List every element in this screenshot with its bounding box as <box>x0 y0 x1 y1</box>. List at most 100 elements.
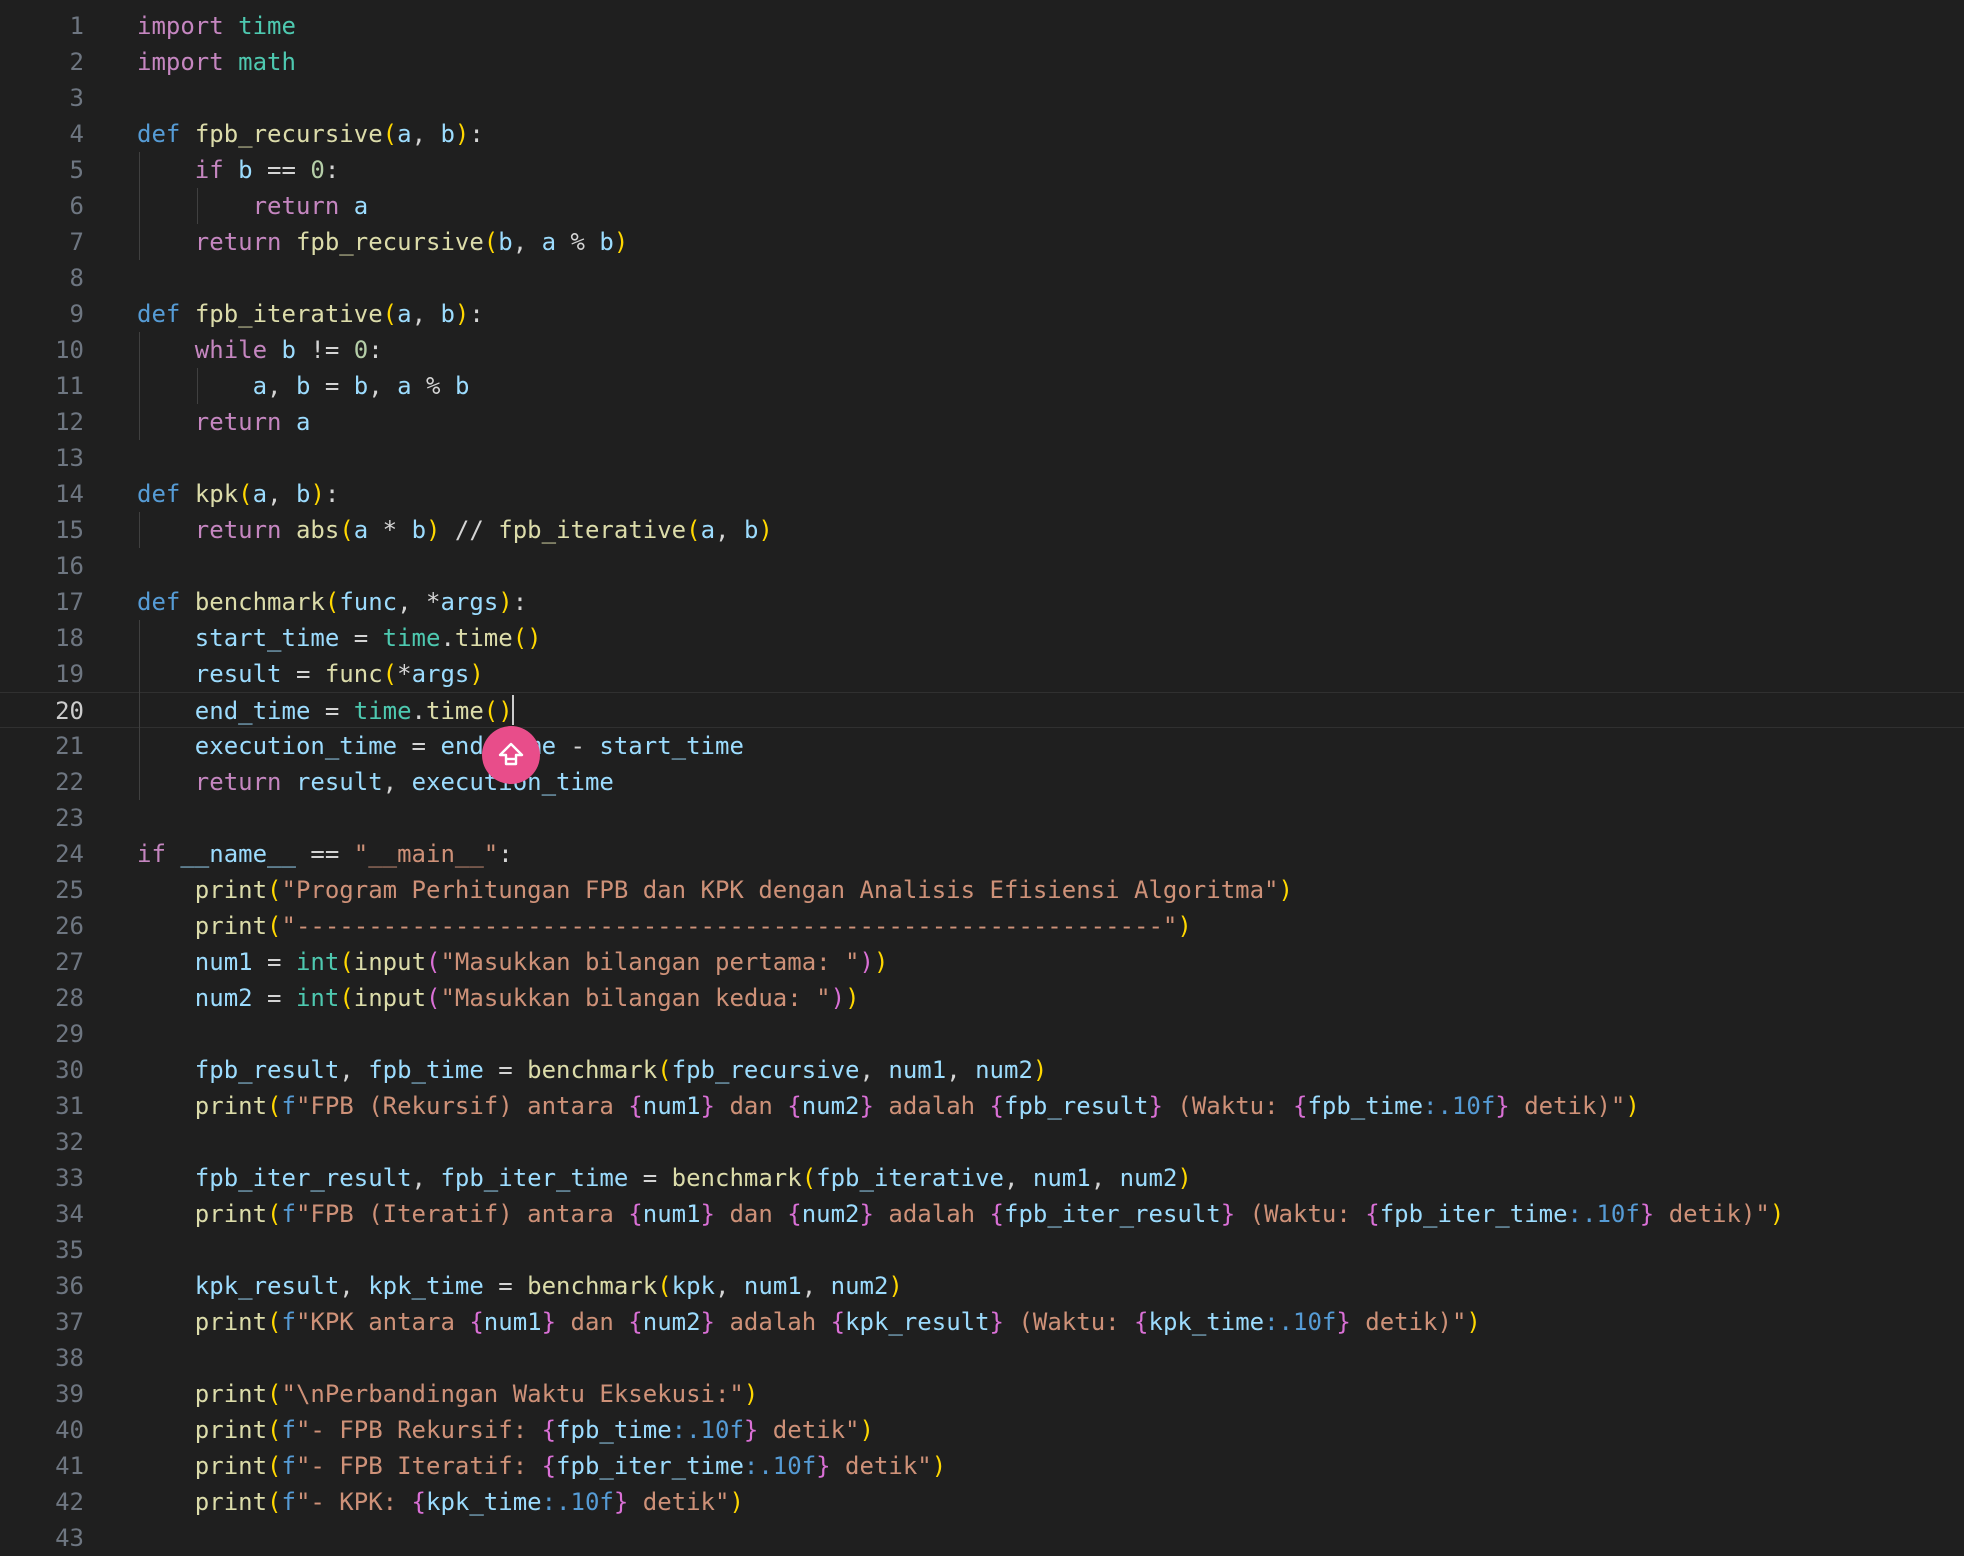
code-line[interactable]: 21 execution_time = end_time - start_tim… <box>0 728 1964 764</box>
code-line[interactable]: 24 if __name__ == "__main__": <box>0 836 1964 872</box>
code-token: start_time <box>194 624 340 652</box>
code-token: kpk <box>671 1272 716 1300</box>
code-token: kpk_result <box>194 1272 340 1300</box>
code-token: ) <box>859 948 874 976</box>
code-line[interactable]: 3 <box>0 80 1964 116</box>
code-token: , <box>382 768 412 796</box>
code-line[interactable]: 9 def fpb_iterative(a, b): <box>0 296 1964 332</box>
code-token: :.10f <box>743 1452 817 1480</box>
code-editor[interactable]: 1 import time 2 import math 3 4 def fpb_recurs… <box>0 0 1964 1552</box>
code-line[interactable]: 20 end_time = time.time() <box>0 692 1964 728</box>
code-line[interactable]: 34 print(f"FPB (Iteratif) antara {num1} … <box>0 1196 1964 1232</box>
code-token: , <box>715 1272 744 1300</box>
code-line[interactable]: 40 print(f"- FPB Rekursif: {fpb_time:.10… <box>0 1412 1964 1448</box>
code-line[interactable]: 37 print(f"KPK antara {num1} dan {num2} … <box>0 1304 1964 1340</box>
code-line[interactable]: 29 <box>0 1016 1964 1052</box>
code-line[interactable]: 16 <box>0 548 1964 584</box>
code-token: = <box>339 624 383 652</box>
code-token: adalah <box>873 1200 990 1228</box>
code-token: == <box>295 840 354 868</box>
code-token: ) <box>454 120 470 148</box>
code-line[interactable]: 1 import time <box>0 8 1964 44</box>
code-token: adalah <box>715 1308 831 1336</box>
code-token: { <box>541 1452 557 1480</box>
code-token: ) <box>1769 1200 1785 1228</box>
code-token: , <box>339 1056 369 1084</box>
code-line[interactable]: 19 result = func(*args) <box>0 656 1964 692</box>
code-token: ) <box>859 1416 874 1444</box>
code-token: b <box>498 228 513 256</box>
code-token: ( <box>238 480 253 508</box>
code-line[interactable]: 28 num2 = int(input("Masukkan bilangan k… <box>0 980 1964 1016</box>
code-token: ) <box>931 1452 947 1480</box>
code-text: print(f"FPB (Rekursif) antara {num1} dan… <box>137 1088 1640 1124</box>
code-line[interactable]: 30 fpb_result, fpb_time = benchmark(fpb_… <box>0 1052 1964 1088</box>
code-line[interactable]: 26 print("------------------------------… <box>0 908 1964 944</box>
code-token: { <box>989 1200 1004 1228</box>
code-token: { <box>989 1092 1004 1120</box>
code-token: execution_time <box>194 732 398 760</box>
code-token: } <box>541 1308 557 1336</box>
code-token: num1 <box>888 1056 947 1084</box>
code-line[interactable]: 25 print("Program Perhitungan FPB dan KP… <box>0 872 1964 908</box>
code-text: kpk_result, kpk_time = benchmark(kpk, nu… <box>137 1268 903 1304</box>
code-line[interactable]: 13 <box>0 440 1964 476</box>
code-line[interactable]: 6 return a <box>0 188 1964 224</box>
code-line[interactable]: 38 <box>0 1340 1964 1376</box>
code-line[interactable]: 15 return abs(a * b) // fpb_iterative(a,… <box>0 512 1964 548</box>
code-line[interactable]: 7 return fpb_recursive(b, a % b) <box>0 224 1964 260</box>
code-line[interactable]: 22 return result, execution_time <box>0 764 1964 800</box>
code-token: ( <box>339 516 354 544</box>
code-line[interactable]: 18 start_time = time.time() <box>0 620 1964 656</box>
code-token: b <box>295 480 311 508</box>
code-token: :.10f <box>1264 1308 1337 1336</box>
code-line[interactable]: 11 a, b = b, a % b <box>0 368 1964 404</box>
code-line[interactable]: 23 <box>0 800 1964 836</box>
code-token: num2 <box>642 1308 701 1336</box>
code-token: } <box>700 1308 715 1336</box>
code-line[interactable]: 36 kpk_result, kpk_time = benchmark(kpk,… <box>0 1268 1964 1304</box>
indent-guide <box>139 332 140 440</box>
code-token: fpb_iterative <box>816 1164 1004 1192</box>
code-line[interactable]: 35 <box>0 1232 1964 1268</box>
line-number: 26 <box>55 912 84 940</box>
code-token: fpb_iter_time <box>556 1452 744 1480</box>
code-line[interactable]: 43 <box>0 1520 1964 1556</box>
code-line[interactable]: 8 <box>0 260 1964 296</box>
code-line[interactable]: 33 fpb_iter_result, fpb_iter_time = benc… <box>0 1160 1964 1196</box>
code-token: , * <box>397 588 441 616</box>
code-token: "FPB (Rekursif) antara <box>295 1092 629 1120</box>
code-token: != <box>295 336 354 364</box>
code-token: dan <box>715 1200 788 1228</box>
code-line[interactable]: 17 def benchmark(func, *args): <box>0 584 1964 620</box>
code-token: { <box>628 1200 643 1228</box>
code-line[interactable]: 27 num1 = int(input("Masukkan bilangan p… <box>0 944 1964 980</box>
code-line[interactable]: 32 <box>0 1124 1964 1160</box>
code-line[interactable]: 42 print(f"- KPK: {kpk_time:.10f} detik"… <box>0 1484 1964 1520</box>
code-token: : <box>469 300 484 328</box>
code-token: : <box>498 840 513 868</box>
code-line[interactable]: 5 if b == 0: <box>0 152 1964 188</box>
code-token: return <box>194 408 282 436</box>
code-line[interactable]: 10 while b != 0: <box>0 332 1964 368</box>
code-token: kpk_time <box>426 1488 542 1516</box>
code-token: num2 <box>194 984 253 1012</box>
code-line[interactable]: 39 print("\nPerbandingan Waktu Eksekusi:… <box>0 1376 1964 1412</box>
code-token: a <box>252 480 268 508</box>
code-line[interactable]: 12 return a <box>0 404 1964 440</box>
code-token: = <box>483 1272 528 1300</box>
code-text: print(f"KPK antara {num1} dan {num2} ada… <box>137 1304 1481 1340</box>
code-line[interactable]: 14 def kpk(a, b): <box>0 476 1964 512</box>
code-token: ( <box>426 984 441 1012</box>
floating-action-button[interactable] <box>482 726 540 784</box>
code-token: fpb_recursive <box>194 120 383 148</box>
code-line[interactable]: 2 import math <box>0 44 1964 80</box>
code-line[interactable]: 41 print(f"- FPB Iteratif: {fpb_iter_tim… <box>0 1448 1964 1484</box>
code-line[interactable]: 31 print(f"FPB (Rekursif) antara {num1} … <box>0 1088 1964 1124</box>
code-text: start_time = time.time() <box>137 620 542 656</box>
code-token: , <box>1090 1164 1120 1192</box>
code-line[interactable]: 4 def fpb_recursive(a, b): <box>0 116 1964 152</box>
line-number: 34 <box>55 1200 84 1228</box>
